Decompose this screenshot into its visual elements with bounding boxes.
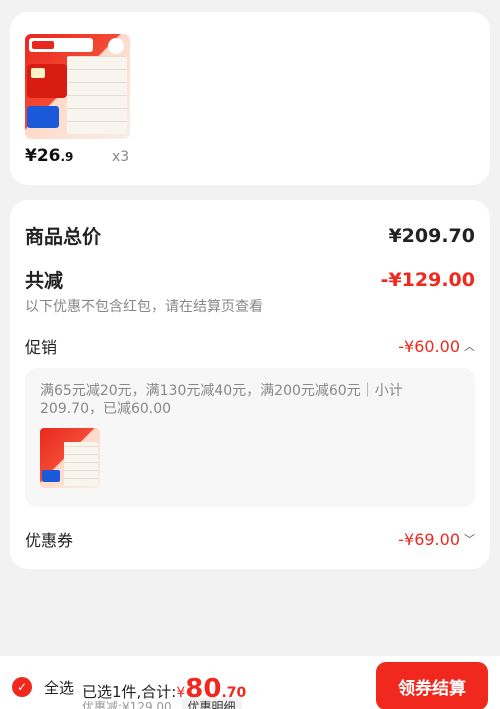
discount-detail-button[interactable]: 优惠明细 xyxy=(181,698,242,709)
product-packs-graphic xyxy=(67,56,127,134)
discount-line: 优惠减:¥129.00 优惠明细 xyxy=(82,698,242,709)
discount-text: 优惠减:¥129.00 xyxy=(82,700,172,709)
reduce-row: 共减 -¥129.00 xyxy=(25,266,475,293)
promo-detail-box: 满65元减20元，满130元减40元，满200元减60元｜小计209.70，已减… xyxy=(25,368,475,507)
product-packs-graphic xyxy=(64,442,98,486)
coupon-row[interactable]: 优惠券 -¥69.00 ﹀ xyxy=(25,527,475,551)
brand-badge xyxy=(29,38,93,52)
promo-label: 促销 xyxy=(25,338,58,357)
chevron-up-icon[interactable]: ︿ xyxy=(464,338,475,354)
check-icon: ✓ xyxy=(16,680,28,694)
total-label: 商品总价 xyxy=(25,226,102,248)
promo-value-wrap: -¥60.00 ︿ xyxy=(398,337,475,356)
coupon-label: 优惠券 xyxy=(25,531,74,550)
coupon-value: -¥69.00 xyxy=(398,529,460,549)
discount-graphic xyxy=(42,470,60,482)
promo-product-thumbnail[interactable] xyxy=(40,428,100,488)
promo-graphic xyxy=(27,64,67,98)
checkout-bar: ✓ 全选 已选1件,合计:¥80.70 优惠减:¥129.00 优惠明细 领券结… xyxy=(0,656,500,709)
product-price: ¥26.9 xyxy=(25,146,73,166)
promo-row[interactable]: 促销 -¥60.00 ︿ xyxy=(25,334,475,358)
product-quantity: x3 xyxy=(112,149,130,165)
discount-graphic xyxy=(27,106,59,128)
select-all-checkbox[interactable]: ✓ xyxy=(12,677,32,697)
chevron-down-icon[interactable]: ﹀ xyxy=(464,531,475,547)
coupon-value-wrap: -¥69.00 ﹀ xyxy=(398,530,475,549)
reduce-value: -¥129.00 xyxy=(380,268,475,291)
select-all-label[interactable]: 全选 xyxy=(44,677,74,698)
price-main: ¥26 xyxy=(25,146,61,166)
product-image[interactable] xyxy=(25,34,130,139)
promo-detail-text: 满65元减20元，满130元减40元，满200元减60元｜小计209.70，已减… xyxy=(40,383,403,417)
checkout-button[interactable]: 领券结算 xyxy=(376,662,488,709)
promo-value: -¥60.00 xyxy=(398,336,460,356)
price-decimal: .9 xyxy=(60,150,74,164)
check-icon xyxy=(108,38,124,54)
product-card: ¥26.9 x3 xyxy=(10,12,490,185)
price-summary-card: 商品总价 ¥209.70 共减 -¥129.00 以下优惠不包含红包，请在结算页… xyxy=(10,200,490,569)
discount-note: 以下优惠不包含红包，请在结算页查看 xyxy=(25,299,263,315)
total-row: 商品总价 ¥209.70 xyxy=(25,222,475,249)
reduce-label: 共减 xyxy=(25,270,64,292)
total-value: ¥209.70 xyxy=(388,224,475,247)
